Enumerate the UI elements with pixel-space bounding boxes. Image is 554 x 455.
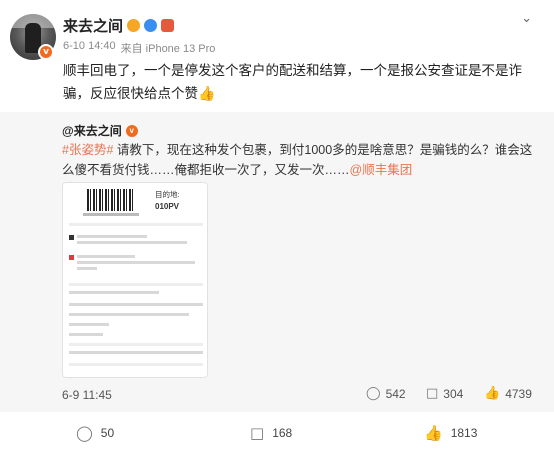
repost-author-row: @来去之间 v [62, 122, 138, 139]
repost-comment-button[interactable]: □ 304 [426, 386, 463, 401]
receiver-mark-icon [69, 255, 74, 260]
repost-like-button[interactable]: 👍 4739 [484, 386, 532, 401]
post-meta: 6-10 14:40 来自 iPhone 13 Pro [63, 40, 215, 56]
post-text: 顺丰回电了，一个是停发这个客户的配送和结算，一个是报公安查证是不是诈骗，反应很快… [63, 60, 541, 105]
hashtag-link[interactable]: #张姿势# [62, 143, 113, 157]
barcode-icon [87, 189, 133, 211]
post-source: 来自 iPhone 13 Pro [120, 43, 216, 55]
action-bar: ◯ 50 □ 168 👍 1813 [0, 420, 554, 446]
member-badge-icon [144, 18, 158, 32]
repost-author[interactable]: @来去之间 [62, 122, 122, 139]
like-button[interactable]: 👍 1813 [424, 424, 477, 442]
share-icon: ◯ [366, 386, 381, 401]
user-name-row: 来去之间 [63, 14, 175, 36]
share-icon: ◯ [76, 424, 93, 442]
receipt-destination: 目的地: 010PV [155, 190, 180, 211]
weibo-post: v 来去之间 6-10 14:40 来自 iPhone 13 Pro ⌄ 顺丰回… [0, 0, 554, 455]
user-name[interactable]: 来去之间 [63, 15, 123, 36]
mention-link[interactable]: @顺丰集团 [350, 163, 413, 177]
fan-badge-icon [127, 18, 141, 32]
chevron-down-icon[interactable]: ⌄ [521, 10, 532, 26]
medal-badge-icon [161, 18, 175, 32]
repost-share-button[interactable]: ◯ 542 [366, 386, 406, 401]
post-time[interactable]: 6-10 14:40 [63, 40, 116, 56]
verified-badge-icon: v [125, 124, 138, 137]
receipt-image[interactable]: 目的地: 010PV [62, 182, 208, 378]
reposted-card[interactable]: @来去之间 v #张姿势# 请教下，现在这种发个包裹，到付1000多的是啥意思？… [0, 112, 554, 412]
thumbs-up-icon: 👍 [424, 424, 443, 442]
thumbs-up-icon: 👍 [484, 386, 501, 401]
repost-text: #张姿势# 请教下，现在这种发个包裹，到付1000多的是啥意思？是骗钱的么？谁会… [62, 143, 533, 177]
sender-mark-icon [69, 235, 74, 240]
thumbs-up-emoji: 👍 [198, 85, 216, 101]
verified-badge-icon: v [38, 44, 54, 60]
repost-time[interactable]: 6-9 11:45 [62, 388, 112, 402]
comment-icon: □ [250, 424, 265, 442]
repost-button[interactable]: ◯ 50 [76, 424, 114, 442]
comment-button[interactable]: □ 168 [250, 424, 292, 442]
comment-icon: □ [426, 386, 439, 401]
